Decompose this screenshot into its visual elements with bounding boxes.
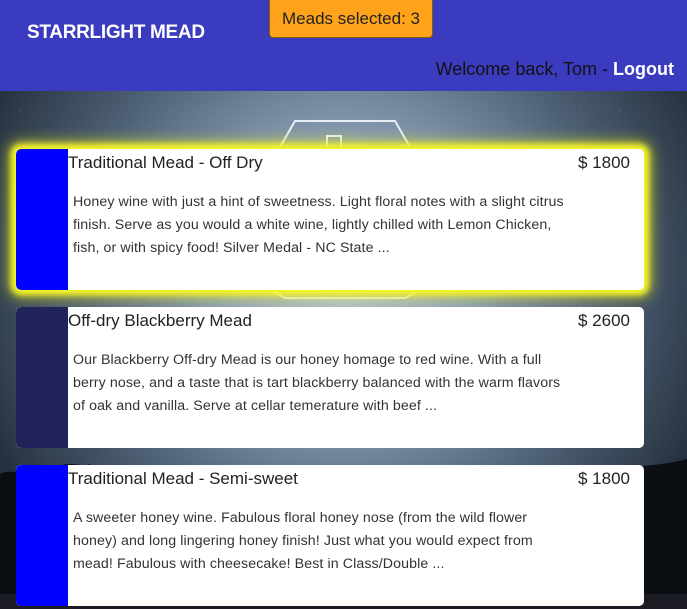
mead-description: Our Blackberry Off-dry Mead is our honey…: [73, 352, 561, 414]
mead-color-swatch: [16, 465, 68, 606]
mead-description: Honey wine with just a hint of sweetness…: [73, 194, 564, 256]
mead-color-swatch: [16, 149, 68, 290]
mead-card-body: Traditional Mead - Off Dry $ 1800 Honey …: [68, 149, 644, 290]
mead-name: Traditional Mead - Off Dry: [68, 153, 263, 172]
mead-card-traditional-semi-sweet[interactable]: Traditional Mead - Semi-sweet $ 1800 A s…: [16, 465, 644, 606]
brand-title[interactable]: STARRLIGHT MEAD: [27, 22, 205, 44]
user-greeting: Welcome back, Tom - Logout: [436, 59, 674, 80]
logout-link[interactable]: Logout: [613, 59, 674, 79]
mead-name: Off-dry Blackberry Mead: [68, 311, 252, 330]
mead-price: $ 2600: [578, 311, 630, 330]
mead-card-blackberry[interactable]: Off-dry Blackberry Mead $ 2600 Our Black…: [16, 307, 644, 448]
mead-name: Traditional Mead - Semi-sweet: [68, 469, 298, 488]
mead-price: $ 1800: [578, 153, 630, 172]
mead-card-body: Traditional Mead - Semi-sweet $ 1800 A s…: [68, 465, 644, 606]
welcome-text: Welcome back, Tom -: [435, 59, 614, 79]
meads-selected-counter[interactable]: Meads selected: 3: [269, 0, 433, 38]
mead-color-swatch: [16, 307, 68, 448]
mead-card-traditional-off-dry[interactable]: Traditional Mead - Off Dry $ 1800 Honey …: [16, 149, 644, 290]
mead-card-body: Off-dry Blackberry Mead $ 2600 Our Black…: [68, 307, 644, 448]
mead-description: A sweeter honey wine. Fabulous floral ho…: [73, 510, 533, 572]
mead-price: $ 1800: [578, 469, 630, 488]
